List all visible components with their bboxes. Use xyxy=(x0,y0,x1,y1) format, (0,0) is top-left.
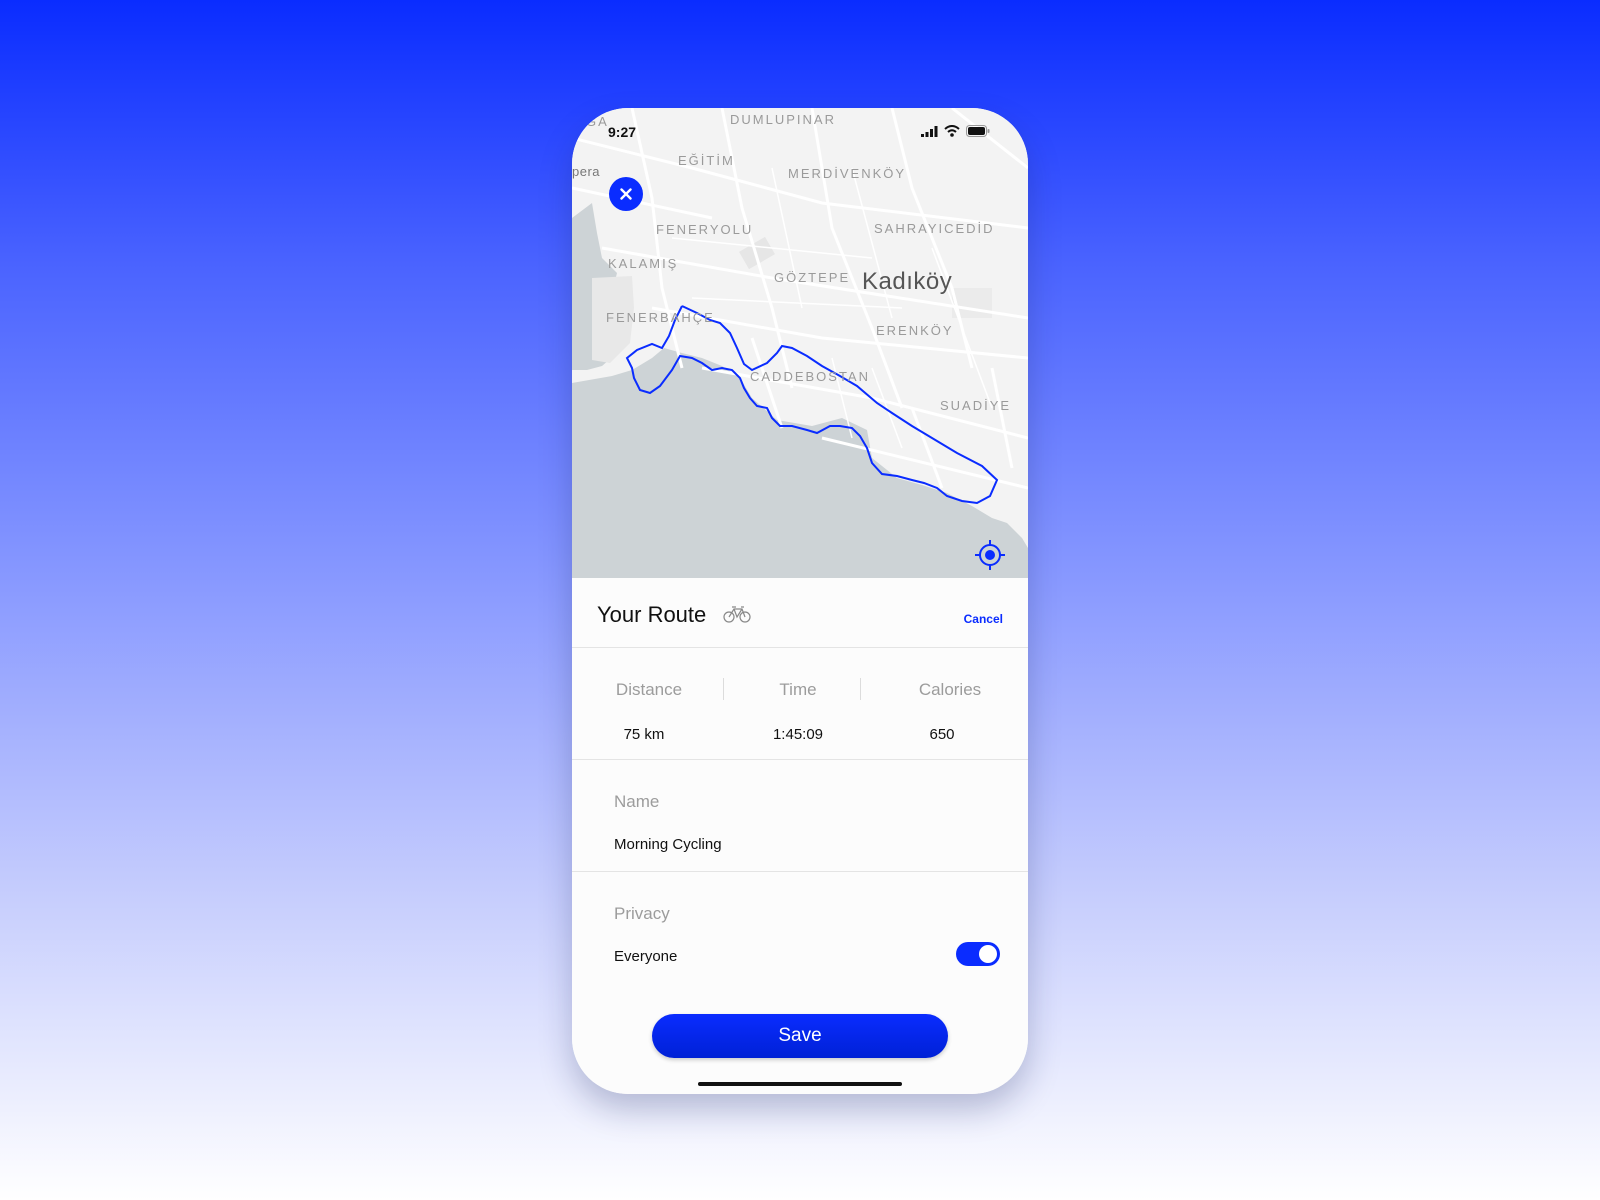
toggle-knob xyxy=(979,945,997,963)
name-label: Name xyxy=(614,792,660,811)
route-map[interactable]: DUMLUPINAR GA EĞİTİM MERDİVENKÖY pera FE… xyxy=(572,108,1028,578)
sheet-header: Your Route Cancel xyxy=(572,578,1028,648)
map-label: KALAMIŞ xyxy=(608,256,679,271)
bicycle-icon xyxy=(723,606,751,623)
save-button[interactable]: Save xyxy=(652,1014,948,1058)
home-indicator xyxy=(698,1082,902,1086)
privacy-field-group: Privacy Everyone xyxy=(572,872,1028,984)
time-label: Time xyxy=(779,680,817,699)
page-title: Your Route xyxy=(597,602,707,627)
phone-frame: DUMLUPINAR GA EĞİTİM MERDİVENKÖY pera FE… xyxy=(572,108,1028,1094)
status-icons xyxy=(921,125,990,137)
map-label: SUADİYE xyxy=(940,398,1012,413)
calories-label: Calories xyxy=(918,680,982,699)
map-label: MERDİVENKÖY xyxy=(788,166,907,181)
close-button[interactable] xyxy=(609,177,643,211)
stat-divider xyxy=(860,678,861,700)
cancel-button[interactable]: Cancel xyxy=(964,612,1003,626)
wifi-icon xyxy=(944,125,960,137)
name-field-group: Name Morning Cycling xyxy=(572,760,1028,872)
status-bar: 9:27 xyxy=(572,108,1028,152)
close-icon xyxy=(620,188,632,200)
distance-label: Distance xyxy=(615,680,683,699)
privacy-value: Everyone xyxy=(614,948,678,965)
crosshair-icon xyxy=(975,540,1005,570)
route-stats: Distance Time Calories 75 km 1:45:09 650 xyxy=(572,648,1028,760)
map-label: EĞİTİM xyxy=(678,153,735,168)
battery-icon xyxy=(966,125,990,137)
map-label: pera xyxy=(572,164,601,179)
map-label: FENERBAHÇE xyxy=(606,310,715,325)
map-label-city: Kadıköy xyxy=(862,268,953,295)
cellular-signal-icon xyxy=(921,125,938,137)
map-label: FENERYOLU xyxy=(656,222,754,237)
time-value: 1:45:09 xyxy=(772,726,824,743)
map-label: CADDEBOSTAN xyxy=(750,369,870,384)
map-label: ERENKÖY xyxy=(876,323,954,338)
privacy-label: Privacy xyxy=(614,904,670,923)
distance-value: 75 km xyxy=(623,726,665,743)
status-time: 9:27 xyxy=(608,124,637,140)
calories-value: 650 xyxy=(929,726,955,743)
map-label: SAHRAYICEDİD xyxy=(874,221,995,236)
name-input[interactable]: Morning Cycling xyxy=(614,836,722,853)
locate-me-button[interactable] xyxy=(974,539,1006,571)
privacy-toggle[interactable] xyxy=(956,942,1000,966)
stat-divider xyxy=(723,678,724,700)
map-label: GÖZTEPE xyxy=(774,270,851,285)
